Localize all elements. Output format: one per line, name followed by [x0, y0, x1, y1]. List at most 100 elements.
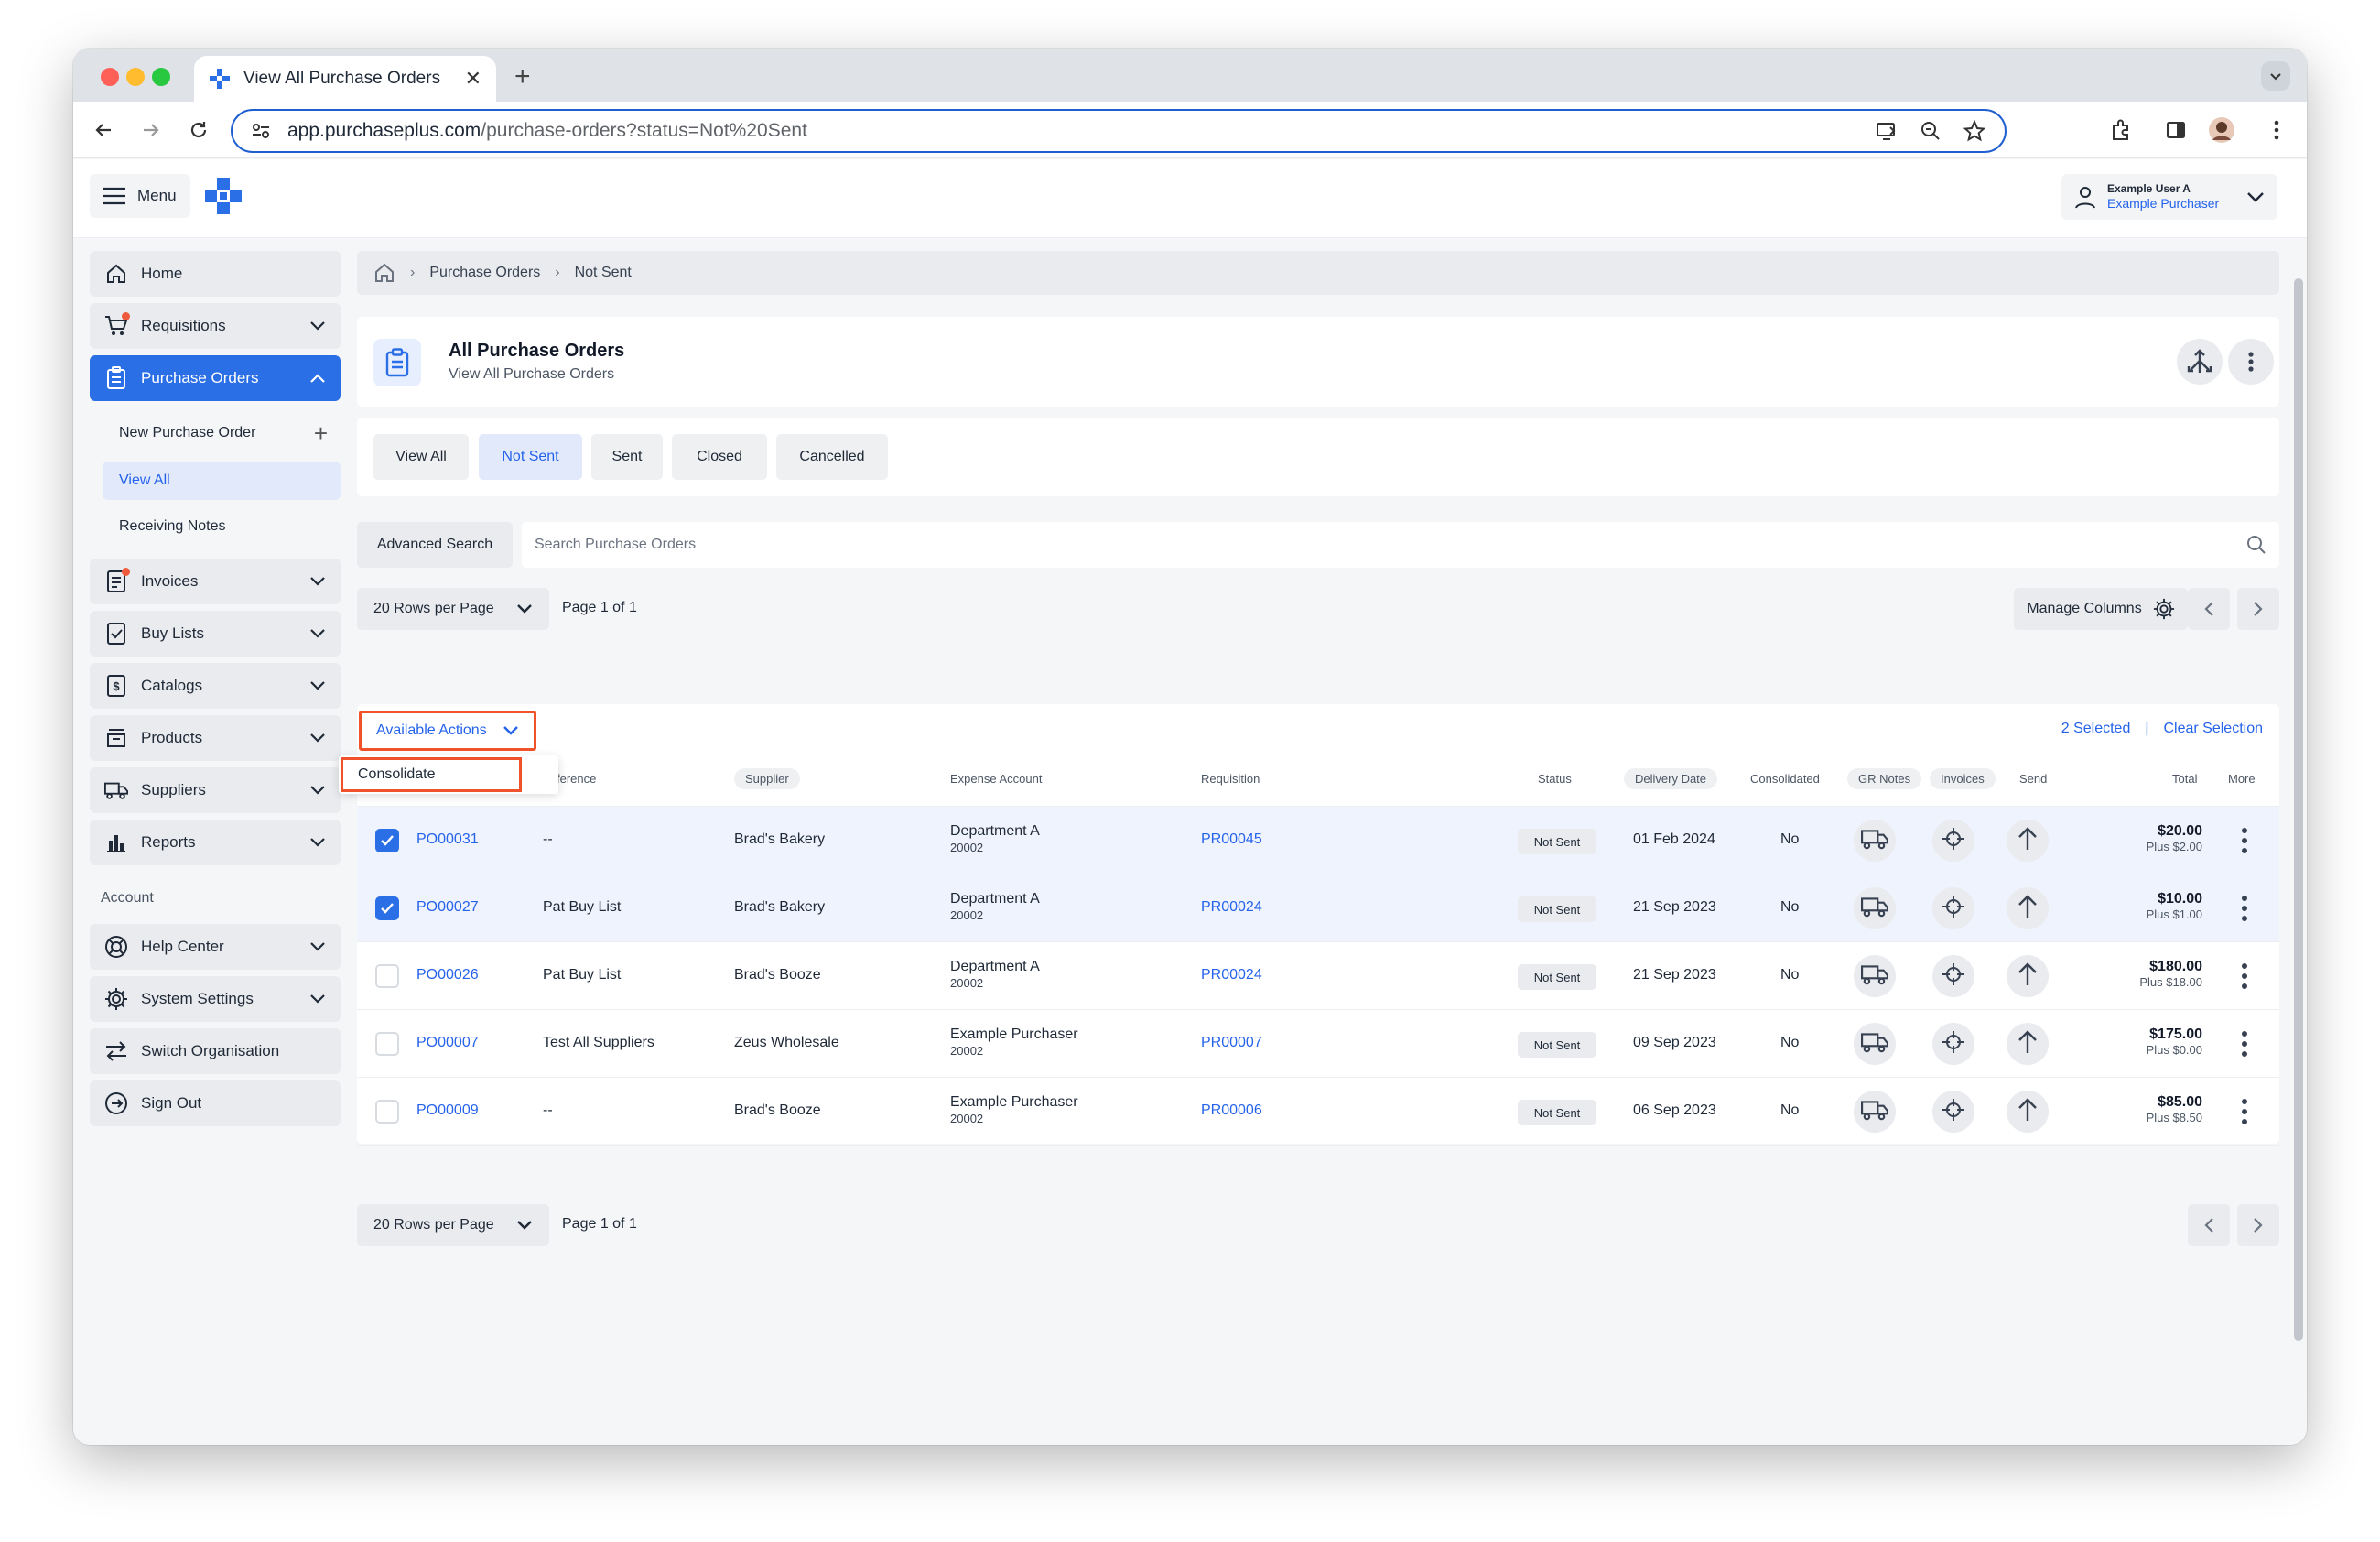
search-icon[interactable]: [2246, 535, 2266, 555]
row-more-button[interactable]: [2235, 827, 2254, 858]
profile-avatar[interactable]: [2208, 116, 2235, 144]
row-checkbox[interactable]: [375, 1100, 399, 1124]
send-button[interactable]: [2007, 1091, 2049, 1133]
more-options-button[interactable]: [2228, 339, 2274, 385]
requisition-link[interactable]: PR00045: [1201, 831, 1262, 848]
row-checkbox[interactable]: [375, 896, 399, 920]
tab-sent[interactable]: Sent: [591, 434, 663, 480]
table-row[interactable]: PO00026 Pat Buy List Brad's Booze Departmen…: [357, 942, 2279, 1010]
row-more-button[interactable]: [2235, 1098, 2254, 1129]
column-send[interactable]: Send: [2019, 772, 2047, 786]
sidebar-sub-receiving-notes[interactable]: Receiving Notes: [103, 507, 341, 546]
user-menu-button[interactable]: Example User A Example Purchaser: [2061, 174, 2277, 220]
next-page-button[interactable]: [2237, 1204, 2279, 1246]
advanced-search-button[interactable]: Advanced Search: [357, 522, 513, 568]
side-panel-button[interactable]: [2162, 116, 2190, 144]
column-invoices[interactable]: Invoices: [1930, 768, 1996, 789]
invoices-button[interactable]: [1932, 887, 1974, 929]
forward-button[interactable]: [137, 116, 165, 144]
sidebar-item-suppliers[interactable]: Suppliers: [90, 767, 341, 813]
table-row[interactable]: PO00007 Test All Suppliers Zeus Wholesale E…: [357, 1010, 2279, 1078]
sidebar-sub-view-all[interactable]: View All: [103, 462, 341, 500]
requisition-link[interactable]: PR00024: [1201, 899, 1262, 916]
column-status[interactable]: Status: [1538, 772, 1572, 786]
column-more[interactable]: More: [2228, 772, 2256, 786]
sidebar-item-sign-out[interactable]: Sign Out: [90, 1080, 341, 1126]
invoices-button[interactable]: [1932, 1023, 1974, 1065]
install-app-icon[interactable]: [1875, 119, 1899, 143]
column-consolidated[interactable]: Consolidated: [1750, 772, 1820, 786]
requisition-link[interactable]: PR00024: [1201, 967, 1262, 983]
column-expense-account[interactable]: Expense Account: [950, 772, 1042, 786]
consolidate-button[interactable]: [2177, 339, 2223, 385]
page-scrollbar[interactable]: [2294, 278, 2303, 1341]
clear-selection-link[interactable]: Clear Selection: [2164, 721, 2264, 737]
send-button[interactable]: [2007, 955, 2049, 997]
new-tab-button[interactable]: +: [514, 61, 531, 92]
browser-menu-button[interactable]: [2263, 116, 2290, 144]
gr-notes-button[interactable]: [1854, 887, 1896, 929]
sidebar-item-invoices[interactable]: Invoices: [90, 559, 341, 604]
send-button[interactable]: [2007, 1023, 2049, 1065]
tab-not-sent[interactable]: Not Sent: [479, 434, 582, 480]
po-number-link[interactable]: PO00027: [416, 899, 479, 916]
column-requisition[interactable]: Requisition: [1201, 772, 1260, 786]
breadcrumb-purchase-orders[interactable]: Purchase Orders: [429, 265, 540, 281]
bookmark-star-icon[interactable]: [1963, 119, 1986, 143]
table-row[interactable]: PO00031 -- Brad's Bakery Department A 20002 P…: [357, 807, 2279, 874]
row-checkbox[interactable]: [375, 964, 399, 988]
available-actions-button[interactable]: Available Actions: [359, 711, 536, 751]
gr-notes-button[interactable]: [1854, 955, 1896, 997]
close-window-button[interactable]: [101, 68, 119, 86]
po-number-link[interactable]: PO00009: [416, 1102, 479, 1119]
tab-closed[interactable]: Closed: [672, 434, 767, 480]
sidebar-item-purchase-orders[interactable]: Purchase Orders: [90, 355, 341, 401]
sidebar-item-home[interactable]: Home: [90, 251, 341, 297]
menu-button[interactable]: Menu: [90, 174, 190, 218]
column-total[interactable]: Total: [2172, 772, 2197, 786]
prev-page-button[interactable]: [2188, 1204, 2230, 1246]
address-bar[interactable]: app.purchaseplus.com/purchase-orders?sta…: [231, 109, 2007, 153]
sidebar-item-catalogs[interactable]: $ Catalogs: [90, 663, 341, 709]
home-icon[interactable]: [373, 262, 395, 284]
invoices-button[interactable]: [1932, 1091, 1974, 1133]
browser-tab[interactable]: View All Purchase Orders ✕: [194, 56, 496, 102]
purchaseplus-logo[interactable]: [203, 176, 243, 216]
sidebar-item-requisitions[interactable]: Requisitions: [90, 303, 341, 349]
column-supplier[interactable]: Supplier: [734, 768, 800, 789]
back-button[interactable]: [90, 116, 117, 144]
po-number-link[interactable]: PO00007: [416, 1035, 479, 1051]
row-checkbox[interactable]: [375, 829, 399, 852]
consolidate-menu-item[interactable]: Consolidate: [341, 757, 522, 792]
column-gr-notes[interactable]: GR Notes: [1847, 768, 1922, 789]
tab-search-button[interactable]: [2261, 61, 2290, 91]
gr-notes-button[interactable]: [1854, 820, 1896, 862]
gr-notes-button[interactable]: [1854, 1091, 1896, 1133]
row-more-button[interactable]: [2235, 1030, 2254, 1061]
invoices-button[interactable]: [1932, 955, 1974, 997]
send-button[interactable]: [2007, 820, 2049, 862]
rows-per-page-select[interactable]: 20 Rows per Page: [357, 588, 549, 630]
tab-close-icon[interactable]: ✕: [465, 67, 481, 91]
sidebar-item-help-center[interactable]: Help Center: [90, 924, 341, 970]
table-row[interactable]: PO00027 Pat Buy List Brad's Bakery Departme…: [357, 874, 2279, 942]
extensions-button[interactable]: [2107, 116, 2135, 144]
maximize-window-button[interactable]: [152, 68, 170, 86]
sidebar-item-buy-lists[interactable]: Buy Lists: [90, 611, 341, 657]
sidebar-item-reports[interactable]: Reports: [90, 820, 341, 865]
gr-notes-button[interactable]: [1854, 1023, 1896, 1065]
next-page-button[interactable]: [2237, 588, 2279, 630]
reload-button[interactable]: [185, 116, 212, 144]
row-more-button[interactable]: [2235, 895, 2254, 926]
prev-page-button[interactable]: [2188, 588, 2230, 630]
requisition-link[interactable]: PR00007: [1201, 1035, 1262, 1051]
sidebar-item-products[interactable]: Products: [90, 715, 341, 761]
table-row[interactable]: PO00009 -- Brad's Booze Example Purchaser 20…: [357, 1078, 2279, 1146]
zoom-icon[interactable]: [1919, 119, 1942, 143]
tab-view-all[interactable]: View All: [373, 434, 469, 480]
sidebar-item-system-settings[interactable]: System Settings: [90, 976, 341, 1022]
sidebar-sub-new-purchase-order[interactable]: New Purchase Order +: [103, 414, 341, 452]
sidebar-item-switch-organisation[interactable]: Switch Organisation: [90, 1028, 341, 1074]
po-number-link[interactable]: PO00026: [416, 967, 479, 983]
tab-cancelled[interactable]: Cancelled: [776, 434, 888, 480]
